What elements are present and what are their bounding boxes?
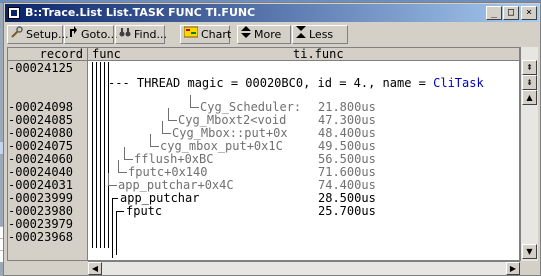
toolbar: Setup... Goto... Find... Chart More Less <box>5 23 539 47</box>
thread-separator-line: --- THREAD magic = 00020BC0, id = 4., na… <box>108 76 484 90</box>
tree-connector <box>92 62 93 248</box>
chart-button[interactable]: Chart <box>180 25 232 44</box>
tree-connector <box>108 185 117 186</box>
horizontal-scrollbar[interactable]: ◀ ▶ <box>88 261 520 275</box>
window-icon <box>8 7 20 19</box>
trace-list-window: B::Trace.List List.TASK FUNC TI.FUNC _ □… <box>3 2 541 276</box>
record-cell[interactable]: -00024125 <box>8 62 88 75</box>
trace-list-grid[interactable]: record func ti.func -00024125 -00024098 -0… <box>7 47 520 261</box>
tree-connector <box>104 62 105 248</box>
goto-label: Goto... <box>81 28 118 41</box>
less-label: Less <box>309 28 334 41</box>
chart-icon <box>183 26 199 43</box>
tree-connector <box>100 62 101 248</box>
less-button[interactable]: Less <box>292 25 348 44</box>
tree-connector <box>118 172 127 173</box>
wrench-icon <box>11 26 23 43</box>
tree-connector <box>190 107 199 108</box>
tree-connector <box>116 211 124 212</box>
more-button[interactable]: More <box>237 25 291 44</box>
scroll-left-icon[interactable]: ◀ <box>88 262 102 275</box>
tree-connector <box>168 108 169 120</box>
scroll-up-icon[interactable]: ▲ <box>522 90 537 105</box>
column-header-tifunc: ti.func <box>293 47 344 61</box>
find-button[interactable]: Find... <box>115 25 168 44</box>
tree-connector <box>112 198 113 258</box>
tree-connector <box>150 134 151 146</box>
tree-connector <box>96 62 97 248</box>
binoculars-icon <box>119 26 131 43</box>
scroll-down-icon[interactable]: ▼ <box>522 244 537 259</box>
tree-connector <box>116 211 117 255</box>
func-name: fputc <box>126 204 163 218</box>
column-header-record[interactable]: record <box>8 48 88 61</box>
scroll-up-fast-icon[interactable]: ⇞ <box>522 60 537 75</box>
func-time: 25.700us <box>318 204 376 218</box>
task-name: CliTask <box>433 76 484 90</box>
thread-info: THREAD magic = 00020BC0, id = 4., name =… <box>136 76 484 90</box>
minimize-button[interactable]: _ <box>486 6 502 20</box>
tree-connector <box>150 146 159 147</box>
tree-connector <box>190 95 191 107</box>
vertical-scrollbar[interactable]: ⇞ ⇟ ▲ ▼ <box>520 47 538 261</box>
tree-connector <box>124 159 133 160</box>
window-title: B::Trace.List List.TASK FUNC TI.FUNC <box>25 6 256 19</box>
record-cell[interactable]: -00023968 <box>8 231 88 244</box>
goto-icon <box>68 26 78 43</box>
title-bar[interactable]: B::Trace.List List.TASK FUNC TI.FUNC _ □… <box>5 4 539 22</box>
maximize-button[interactable]: □ <box>503 6 519 20</box>
more-label: More <box>254 28 282 41</box>
tree-connector <box>168 120 177 121</box>
column-header-func[interactable]: func ti.func <box>88 47 519 61</box>
column-header-func-label: func <box>92 47 121 61</box>
setup-label: Setup... <box>26 28 69 41</box>
find-label: Find... <box>134 28 168 41</box>
less-arrows-icon <box>296 26 306 43</box>
tree-connector <box>124 147 125 159</box>
chart-label: Chart <box>201 28 232 41</box>
close-button[interactable]: × <box>521 6 537 20</box>
scroll-down-fast-icon[interactable]: ⇟ <box>522 75 537 90</box>
tree-connector <box>162 121 163 133</box>
scroll-right-icon[interactable]: ▶ <box>506 262 520 275</box>
tree-connector <box>118 160 119 172</box>
tree-connector <box>108 173 109 185</box>
tree-connector <box>162 133 171 134</box>
setup-button[interactable]: Setup... <box>7 25 69 44</box>
goto-button[interactable]: Goto... <box>64 25 118 44</box>
more-arrows-icon <box>241 26 251 43</box>
